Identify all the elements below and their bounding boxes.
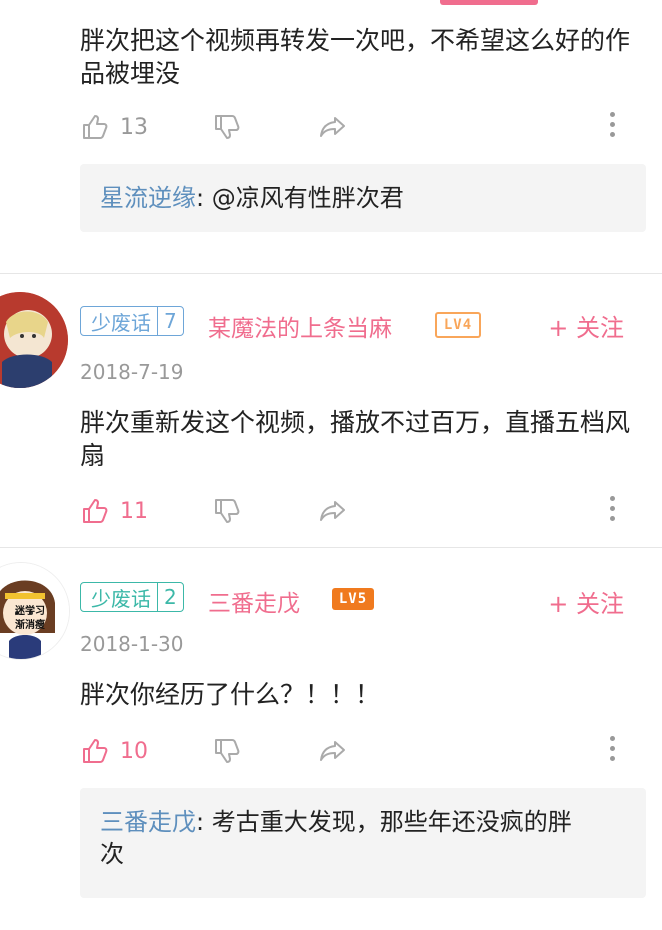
badge-label: 少废话 [91, 586, 151, 611]
avatar[interactable]: 迷学习 渐消瘦 [0, 562, 70, 660]
comment-date: 2018-1-30 [80, 632, 184, 656]
follow-button[interactable]: + 关注 [548, 308, 624, 343]
dislike-button[interactable] [212, 496, 242, 526]
comment-item: 胖次把这个视频再转发一次吧，不希望这么好的作品被埋没 13 星流逆缘: @凉风有… [0, 0, 662, 272]
like-count: 10 [120, 738, 148, 764]
user-badge: 少废话 7 [80, 306, 184, 336]
share-icon [320, 741, 345, 761]
thumbs-up-icon [83, 739, 108, 763]
more-options-button[interactable] [608, 112, 616, 142]
dislike-button[interactable] [212, 736, 242, 766]
thumbs-down-icon [215, 499, 240, 523]
comment-actions: 13 [80, 112, 640, 146]
level-badge: LV4 [435, 312, 481, 338]
like-count: 11 [120, 498, 148, 524]
comment-text: 胖次你经历了什么？！！！ [80, 680, 381, 709]
badge-number: 2 [157, 583, 183, 611]
reply-author[interactable]: 三番走戊 [100, 808, 196, 836]
share-button[interactable] [318, 112, 348, 142]
comment-item: 少废话 7 某魔法的上条当麻 LV4 + 关注 2018-7-19 胖次重新发这… [0, 274, 662, 546]
username[interactable]: 某魔法的上条当麻 [208, 309, 392, 343]
comment-text: 胖次把这个视频再转发一次吧，不希望这么好的作品被埋没 [80, 26, 631, 88]
level-badge: LV5 [332, 588, 374, 610]
reply-author[interactable]: 星流逆缘 [100, 184, 196, 212]
like-button[interactable]: 13 [80, 112, 148, 142]
more-options-button[interactable] [608, 736, 616, 766]
user-badge: 少废话 2 [80, 582, 184, 612]
follow-button[interactable]: + 关注 [548, 584, 624, 619]
avatar-caption: 迷学习 渐消瘦 [15, 606, 45, 631]
comment-actions: 10 [80, 736, 640, 770]
share-icon [320, 501, 345, 521]
share-button[interactable] [318, 496, 348, 526]
like-button[interactable]: 11 [80, 496, 148, 526]
thumbs-down-icon [215, 115, 240, 139]
dislike-button[interactable] [212, 112, 242, 142]
comment-text: 胖次重新发这个视频，播放不过百万，直播五档风扇 [80, 408, 631, 470]
share-icon [320, 117, 345, 137]
like-count: 13 [120, 114, 148, 140]
badge-number: 7 [157, 307, 183, 335]
thumbs-down-icon [215, 739, 240, 763]
like-button[interactable]: 10 [80, 736, 148, 766]
comment-actions: 11 [80, 496, 640, 530]
reply-preview[interactable]: 三番走戊: 考古重大发现，那些年还没疯的胖次 [80, 788, 646, 898]
thumbs-up-icon [83, 115, 108, 139]
avatar[interactable] [0, 292, 68, 388]
comment-item: 迷学习 渐消瘦 少废话 2 三番走戊 LV5 + 关注 2018-1-30 胖次… [0, 548, 662, 930]
more-options-button[interactable] [608, 496, 616, 526]
badge-label: 少废话 [91, 310, 151, 335]
comment-date: 2018-7-19 [80, 360, 184, 384]
reply-text: : @凉风有性胖次君 [196, 184, 404, 212]
share-button[interactable] [318, 736, 348, 766]
username[interactable]: 三番走戊 [208, 584, 300, 618]
thumbs-up-icon [83, 499, 108, 523]
reply-preview[interactable]: 星流逆缘: @凉风有性胖次君 [80, 164, 646, 232]
